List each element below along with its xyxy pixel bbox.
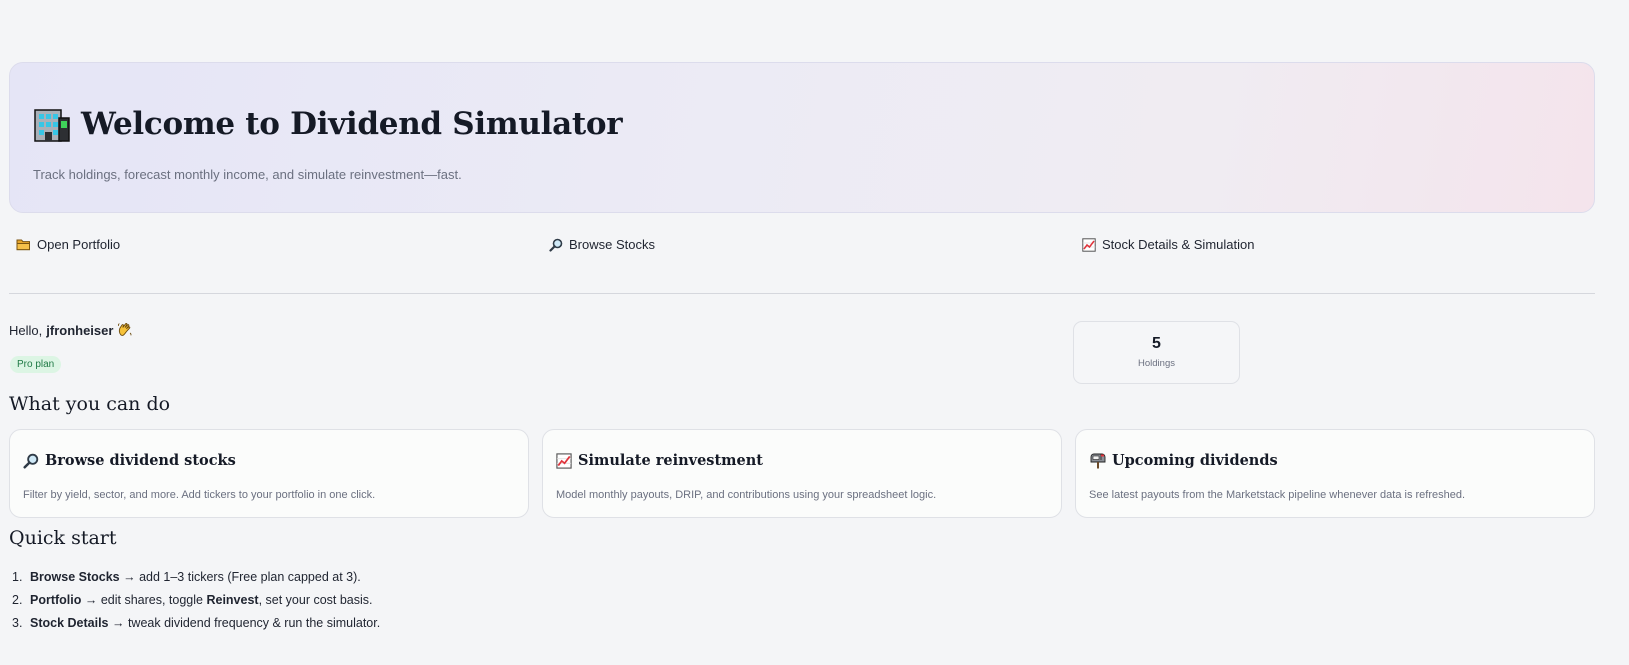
- step-bold: Stock Details: [30, 615, 109, 630]
- magnifier-icon: [23, 453, 39, 469]
- nav-open-portfolio[interactable]: Open Portfolio: [16, 237, 120, 252]
- page-title: Welcome to Dividend Simulator: [81, 106, 623, 142]
- feature-card-simulate: Simulate reinvestment Model monthly payo…: [542, 429, 1062, 518]
- nav-browse-stocks-label: Browse Stocks: [569, 237, 655, 252]
- step-text: → edit shares, toggle: [81, 592, 207, 607]
- list-item: 2. Portfolio → edit shares, toggle Reinv…: [9, 588, 380, 611]
- nav-browse-stocks[interactable]: Browse Stocks: [549, 237, 655, 252]
- greeting-prefix: Hello,: [9, 322, 43, 338]
- chart-increasing-icon: [556, 452, 572, 469]
- feature-card-title: Simulate reinvestment: [556, 452, 763, 469]
- quickstart-list: 1. Browse Stocks → add 1–3 tickers (Free…: [9, 565, 380, 634]
- feature-card-desc: See latest payouts from the Marketstack …: [1089, 489, 1466, 501]
- hero-banner: Welcome to Dividend Simulator Track hold…: [9, 62, 1595, 213]
- feature-card-upcoming: Upcoming dividends See latest payouts fr…: [1075, 429, 1595, 518]
- step-number: 2.: [12, 592, 23, 607]
- hero-subtitle: Track holdings, forecast monthly income,…: [33, 167, 462, 182]
- step-text: → add 1–3 tickers (Free plan capped at 3…: [119, 569, 361, 584]
- holdings-metric: 5 Holdings: [1073, 321, 1240, 384]
- step-bold: Portfolio: [30, 592, 82, 607]
- feature-card-title: Browse dividend stocks: [23, 452, 236, 469]
- feature-card-title: Upcoming dividends: [1089, 452, 1278, 469]
- feature-card-title-text: Browse dividend stocks: [45, 452, 236, 469]
- step-number: 3.: [12, 615, 23, 630]
- page: Welcome to Dividend Simulator Track hold…: [0, 0, 1629, 665]
- holdings-label: Holdings: [1138, 358, 1175, 369]
- plan-badge: Pro plan: [10, 356, 62, 373]
- step-number: 1.: [12, 569, 23, 584]
- feature-card-title-text: Simulate reinvestment: [578, 452, 763, 469]
- nav-row: Open Portfolio Browse Stocks Stock Detai…: [16, 237, 1596, 257]
- waving-hand-icon: [118, 322, 132, 336]
- step-bold-reinvest: Reinvest: [206, 592, 259, 607]
- chart-increasing-icon: [1082, 237, 1096, 252]
- mailbox-icon: [1090, 453, 1106, 468]
- nav-stock-details[interactable]: Stock Details & Simulation: [1082, 237, 1254, 252]
- feature-card-title-text: Upcoming dividends: [1112, 452, 1278, 469]
- features-heading: What you can do: [9, 393, 171, 415]
- feature-card-desc: Model monthly payouts, DRIP, and contrib…: [556, 489, 937, 501]
- section-divider: [9, 293, 1595, 294]
- username: jfronheiser: [46, 322, 114, 338]
- feature-card-browse: Browse dividend stocks Filter by yield, …: [9, 429, 529, 518]
- quickstart-heading: Quick start: [9, 527, 117, 549]
- feature-card-desc: Filter by yield, sector, and more. Add t…: [23, 489, 376, 501]
- nav-stock-details-label: Stock Details & Simulation: [1102, 237, 1255, 252]
- step-bold: Browse Stocks: [30, 569, 120, 584]
- nav-open-portfolio-label: Open Portfolio: [37, 237, 121, 252]
- office-building-icon: [34, 109, 70, 142]
- hero-title-row: Welcome to Dividend Simulator: [33, 105, 623, 143]
- step-text: → tweak dividend frequency & run the sim…: [108, 615, 381, 630]
- step-text-2: , set your cost basis.: [258, 592, 373, 607]
- magnifier-icon: [549, 238, 563, 252]
- list-item: 3. Stock Details → tweak dividend freque…: [9, 611, 380, 634]
- folder-icon: [16, 239, 30, 251]
- list-item: 1. Browse Stocks → add 1–3 tickers (Free…: [9, 565, 380, 588]
- greeting: Hello, jfronheiser: [9, 322, 133, 338]
- holdings-count: 5: [1152, 335, 1161, 352]
